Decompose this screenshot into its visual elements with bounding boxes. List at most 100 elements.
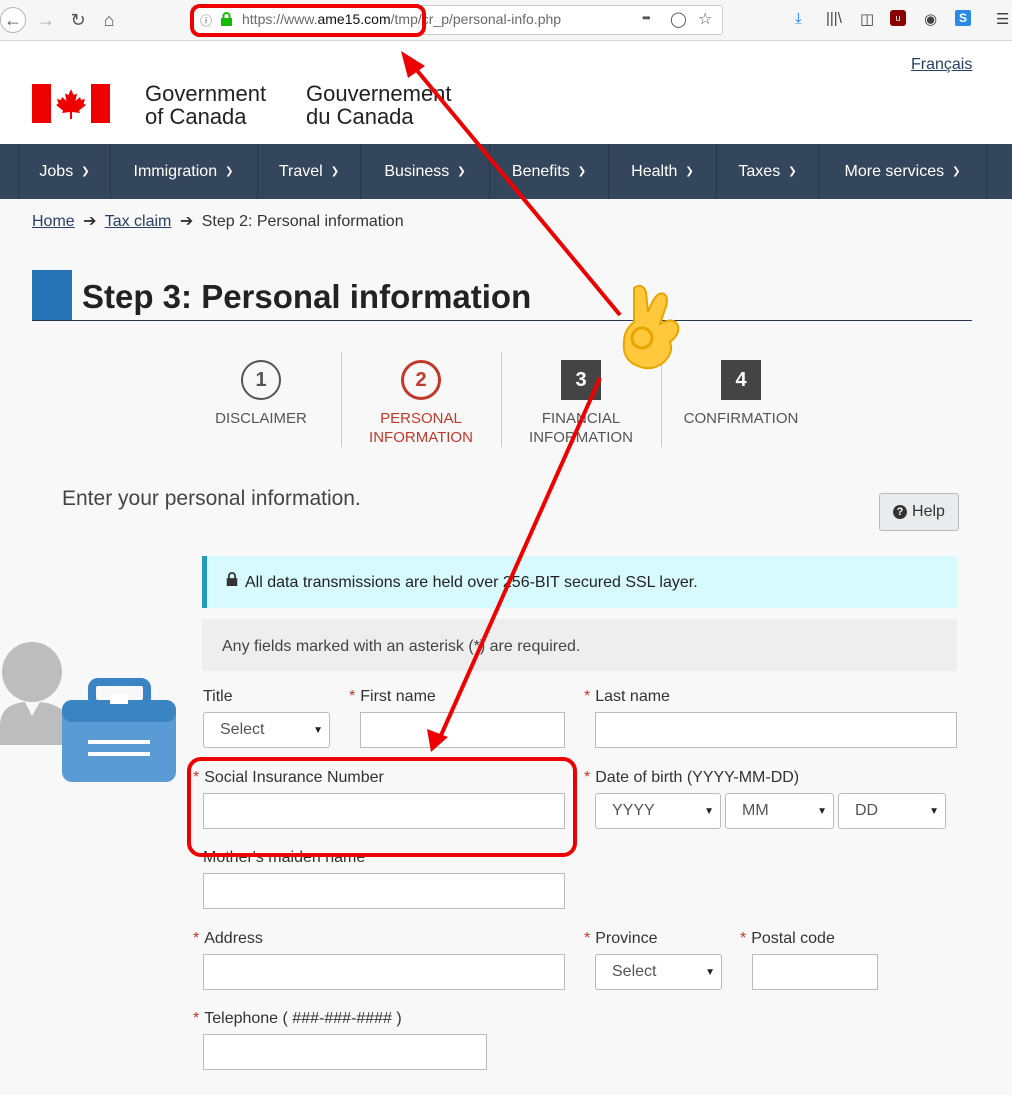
main-menu: Jobs ❯ Immigration ❯ Travel ❯ Business ❯ Ben… [0, 144, 1012, 199]
ssl-notice-text: All data transmissions are held over 256… [245, 574, 698, 591]
menu-item-business[interactable]: Business ❯ [361, 144, 490, 199]
chevron-down-icon: ❯ [685, 166, 694, 177]
menu-label: Benefits [511, 162, 570, 180]
step-label-line2: INFORMATION [369, 429, 473, 446]
ssl-notice: All data transmissions are held over 256… [202, 556, 957, 608]
breadcrumb-home-link[interactable]: Home [32, 213, 75, 230]
step-label: FINANCIAL INFORMATION [501, 409, 661, 447]
step-label: PERSONAL INFORMATION [341, 409, 501, 447]
language-toggle-link[interactable]: Français [911, 56, 972, 74]
province-select[interactable]: Select ▼ [595, 954, 722, 990]
province-select-value: Select [612, 963, 657, 980]
menu-label: Business [384, 162, 450, 180]
maiden-name-field[interactable] [203, 873, 565, 909]
step-number-badge: 2 [401, 360, 441, 400]
help-label: Help [912, 503, 945, 520]
dob-label: * Date of birth (YYYY-MM-DD) [584, 769, 799, 787]
telephone-field[interactable] [203, 1034, 487, 1070]
sidebar-icon[interactable]: ◫ [860, 10, 874, 28]
menu-label: Health [631, 162, 678, 180]
intro-text: Enter your personal information. [62, 487, 361, 510]
required-asterisk: * [584, 769, 591, 786]
dob-year-select[interactable]: YYYY ▼ [595, 793, 721, 829]
forward-arrow-icon[interactable]: → [32, 6, 60, 34]
pocket-icon[interactable]: ◯ [670, 10, 687, 28]
step-number-badge: 4 [721, 360, 761, 400]
breadcrumb-tax-claim-link[interactable]: Tax claim [105, 213, 172, 230]
dropdown-arrow-icon: ▼ [929, 805, 939, 817]
person-briefcase-icon [0, 642, 176, 782]
account-icon[interactable]: ◉ [924, 10, 937, 28]
postal-code-field[interactable] [752, 954, 878, 990]
dob-day-select[interactable]: DD ▼ [838, 793, 946, 829]
step-label-line1: DISCLAIMER [215, 410, 307, 427]
step-label-line2: INFORMATION [529, 429, 633, 446]
address-label: * Address [193, 930, 263, 948]
step-number-badge: 1 [241, 360, 281, 400]
step-label: CONFIRMATION [661, 409, 821, 428]
hamburger-menu-icon[interactable]: ☰ [996, 10, 1009, 28]
menu-item-taxes[interactable]: Taxes ❯ [717, 144, 819, 199]
menu-item-health[interactable]: Health ❯ [609, 144, 717, 199]
breadcrumb-arrow-icon: ➔ [179, 213, 194, 230]
dob-label-text: Date of birth (YYYY-MM-DD) [595, 769, 800, 786]
first-name-label-text: First name [360, 688, 436, 705]
annotation-sin-highlight [187, 757, 577, 857]
dob-day-value: DD [855, 802, 879, 819]
first-name-field[interactable] [360, 712, 565, 748]
step-1: 1 DISCLAIMER [181, 352, 341, 447]
postal-code-label-text: Postal code [751, 930, 835, 947]
required-asterisk: * [193, 1010, 200, 1027]
ublock-icon[interactable]: u [890, 10, 906, 26]
required-asterisk: * [584, 930, 591, 947]
chevron-down-icon: ❯ [577, 166, 587, 177]
menu-item-more-services[interactable]: More services ❯ [819, 144, 987, 199]
address-label-text: Address [204, 930, 263, 947]
title-label-text: Title [203, 688, 233, 705]
help-button[interactable]: ? Help [879, 493, 959, 531]
extension-s-icon[interactable]: S [955, 10, 971, 26]
postal-code-label: * Postal code [740, 930, 835, 948]
address-field[interactable] [203, 954, 565, 990]
menu-item-immigration[interactable]: Immigration ❯ [110, 144, 258, 199]
padlock-icon [226, 572, 238, 586]
telephone-label: * Telephone ( ###-###-#### ) [193, 1010, 402, 1028]
title-select[interactable]: Select ▼ [203, 712, 330, 748]
download-icon[interactable]: ⤓ [795, 10, 802, 27]
chevron-down-icon: ❯ [788, 166, 797, 177]
last-name-label-text: Last name [595, 688, 670, 705]
bookmark-star-icon[interactable]: ☆ [698, 9, 712, 29]
page-actions-icon[interactable]: ••• [642, 11, 650, 25]
page-title: Step 3: Personal information [82, 278, 532, 315]
menu-label: Travel [278, 162, 323, 180]
question-circle-icon: ? [893, 505, 908, 519]
menu-item-benefits[interactable]: Benefits ❯ [490, 144, 609, 199]
step-label: DISCLAIMER [181, 409, 341, 428]
first-name-label: * First name [349, 688, 436, 706]
menu-label: Jobs [39, 162, 74, 180]
required-asterisk: * [349, 688, 356, 705]
menu-item-jobs[interactable]: Jobs ❯ [18, 144, 111, 199]
step-number-badge: 3 [561, 360, 601, 400]
reload-icon[interactable]: ↻ [64, 6, 92, 34]
title-select-value: Select [220, 721, 265, 738]
back-arrow-icon[interactable]: ← [0, 7, 26, 33]
dob-year-value: YYYY [612, 802, 655, 819]
chevron-down-icon: ❯ [952, 166, 961, 177]
menu-label: Taxes [738, 162, 781, 180]
province-label: * Province [584, 930, 657, 948]
gov-fr-line2: du Canada [306, 104, 414, 129]
dropdown-arrow-icon: ▼ [313, 724, 323, 736]
telephone-label-text: Telephone ( ###-###-#### ) [204, 1010, 402, 1027]
library-icon[interactable]: |||\ [826, 10, 842, 27]
gov-en-line1: Government [145, 81, 267, 106]
step-label-line1: PERSONAL [380, 410, 462, 427]
chevron-down-icon: ❯ [457, 166, 466, 177]
step-label-line1: CONFIRMATION [683, 410, 799, 427]
home-icon[interactable]: ⌂ [95, 6, 123, 34]
dob-month-select[interactable]: MM ▼ [725, 793, 834, 829]
site-header: Government of Canada Gouvernement du Can… [0, 41, 1012, 144]
gov-fr-line1: Gouvernement [306, 81, 452, 106]
last-name-field[interactable] [595, 712, 957, 748]
menu-item-travel[interactable]: Travel ❯ [258, 144, 361, 199]
